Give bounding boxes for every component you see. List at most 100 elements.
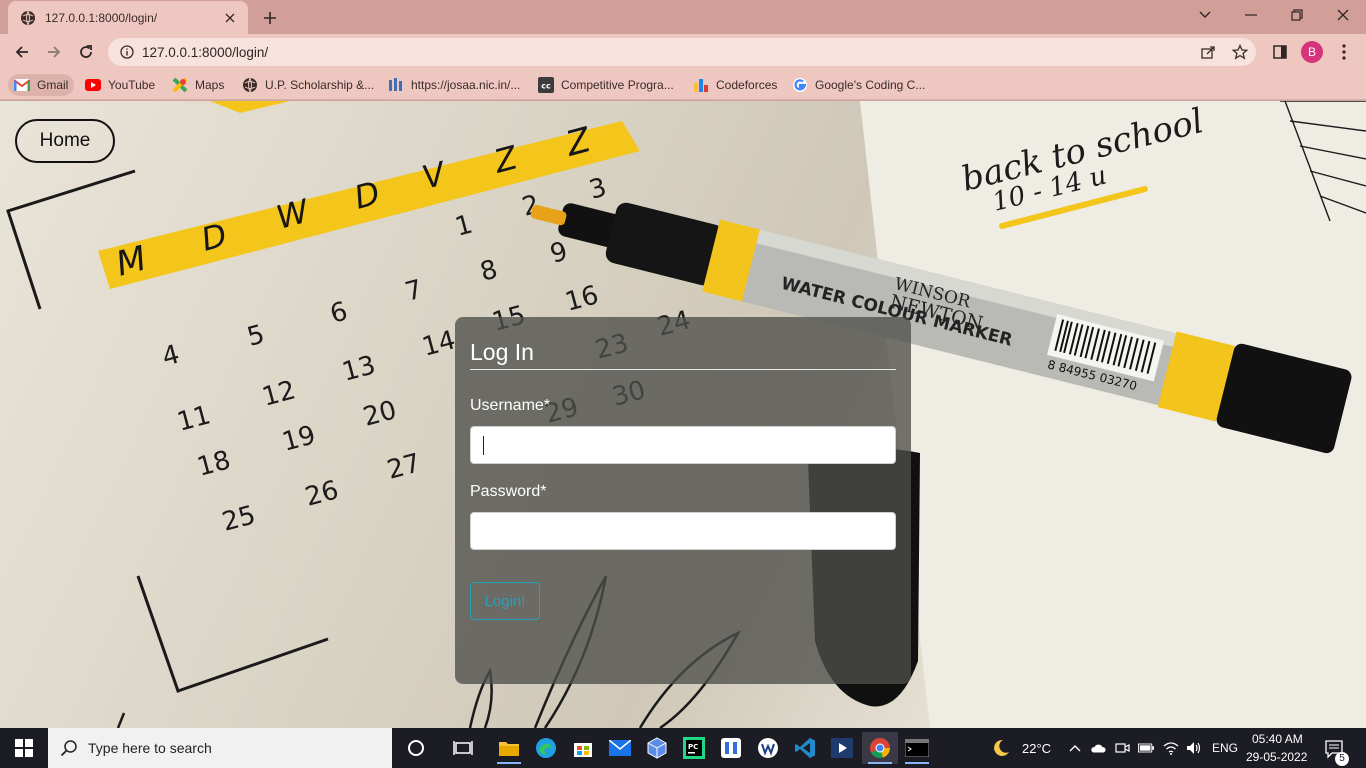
login-button[interactable]: Login! <box>470 582 540 620</box>
site-info-icon[interactable] <box>120 45 134 59</box>
language-indicator[interactable]: ENG <box>1212 741 1238 755</box>
menu-kebab-icon[interactable] <box>1334 42 1354 62</box>
close-window-button[interactable] <box>1320 0 1366 30</box>
svg-text:25: 25 <box>219 500 259 538</box>
bookmark-youtube[interactable]: YouTube <box>85 74 155 96</box>
svg-text:9: 9 <box>547 237 571 270</box>
terminal-icon[interactable] <box>899 732 935 764</box>
username-input[interactable] <box>470 426 896 464</box>
tab-title: 127.0.0.1:8000/login/ <box>45 10 158 25</box>
svg-text:13: 13 <box>339 350 379 388</box>
back-button[interactable] <box>8 38 36 66</box>
svg-text:1: 1 <box>452 210 476 243</box>
address-bar[interactable]: 127.0.0.1:8000/login/ <box>108 38 1256 66</box>
cortana-icon[interactable] <box>398 732 434 764</box>
tab-search-chevron-icon[interactable] <box>1182 0 1228 30</box>
bookmark-competitive-programming[interactable]: cc Competitive Progra... <box>538 74 674 96</box>
bookmark-google-coding[interactable]: Google's Coding C... <box>792 74 925 96</box>
edge-icon[interactable] <box>528 732 564 764</box>
running-indicator <box>905 762 929 764</box>
svg-text:16: 16 <box>562 280 602 318</box>
bookmark-star-icon[interactable] <box>1230 42 1250 62</box>
google-icon <box>792 77 808 93</box>
media-app-icon[interactable] <box>824 732 860 764</box>
svg-text:18: 18 <box>194 445 234 483</box>
chevron-up-icon[interactable] <box>1067 740 1083 756</box>
app-window-icon[interactable] <box>713 732 749 764</box>
search-icon <box>60 739 78 757</box>
task-view-icon[interactable] <box>445 732 481 764</box>
chrome-icon[interactable] <box>862 732 898 764</box>
svg-text:PC: PC <box>688 743 698 751</box>
search-placeholder: Type here to search <box>88 740 212 756</box>
battery-icon[interactable] <box>1138 740 1154 756</box>
mail-icon[interactable] <box>602 732 638 764</box>
vscode-icon[interactable] <box>787 732 823 764</box>
bookmark-up-scholarship[interactable]: U.P. Scholarship &... <box>242 74 374 96</box>
profile-avatar[interactable]: B <box>1301 41 1323 63</box>
clock-date[interactable]: 29-05-2022 <box>1246 750 1307 764</box>
bookmark-maps[interactable]: Maps <box>172 74 224 96</box>
browser-app-icon[interactable] <box>750 732 786 764</box>
svg-text:11: 11 <box>174 400 214 438</box>
restore-button[interactable] <box>1274 0 1320 30</box>
taskbar: Type here to search PC 22°C ENG 05:40 AM… <box>0 728 1366 768</box>
bookmark-codeforces[interactable]: Codeforces <box>693 74 777 96</box>
youtube-icon <box>85 77 101 93</box>
meet-now-icon[interactable] <box>1114 740 1130 756</box>
svg-text:26: 26 <box>302 475 342 513</box>
svg-text:20: 20 <box>360 395 400 433</box>
weather-moon-icon[interactable] <box>991 738 1011 758</box>
codeforces-icon <box>693 77 709 93</box>
page-viewport: M D W D V Z Z 1 2 3 8 9 4 5 6 7 11 12 13… <box>0 101 1366 728</box>
bookmark-josaa[interactable]: https://josaa.nic.in/... <box>388 74 520 96</box>
svg-text:6: 6 <box>327 297 351 330</box>
username-label: Username* <box>470 397 551 414</box>
login-card: Log In Username* Password* Login! <box>455 317 911 684</box>
cc-icon: cc <box>538 77 554 93</box>
svg-text:4: 4 <box>159 340 183 373</box>
minimize-button[interactable] <box>1228 0 1274 30</box>
svg-text:7: 7 <box>402 275 426 308</box>
weather-temperature[interactable]: 22°C <box>1022 741 1051 756</box>
store-icon[interactable] <box>565 732 601 764</box>
clock-time[interactable]: 05:40 AM <box>1252 732 1303 746</box>
pycharm-icon[interactable]: PC <box>676 732 712 764</box>
3d-viewer-icon[interactable] <box>639 732 675 764</box>
tab-strip: 127.0.0.1:8000/login/ <box>0 0 1366 34</box>
file-explorer-icon[interactable] <box>491 732 527 764</box>
svg-text:5: 5 <box>244 320 268 353</box>
windows-icon <box>15 739 33 757</box>
running-indicator <box>868 762 892 764</box>
onedrive-icon[interactable] <box>1090 740 1106 756</box>
start-button[interactable] <box>0 728 48 768</box>
svg-text:8: 8 <box>477 255 501 288</box>
running-indicator <box>497 762 521 764</box>
nic-icon <box>388 77 404 93</box>
volume-icon[interactable] <box>1186 740 1202 756</box>
taskbar-search-box[interactable]: Type here to search <box>48 728 392 768</box>
password-label: Password* <box>470 483 547 500</box>
globe-icon <box>242 77 258 93</box>
bookmarks-bar: Gmail YouTube Maps U.P. Scholarship &...… <box>0 70 1366 100</box>
title-divider <box>470 369 896 370</box>
share-icon[interactable] <box>1198 42 1218 62</box>
home-button[interactable]: Home <box>15 119 115 163</box>
password-input[interactable] <box>470 512 896 550</box>
bookmark-gmail[interactable]: Gmail <box>8 74 75 96</box>
gmail-icon <box>14 77 30 93</box>
close-tab-icon[interactable] <box>222 10 238 26</box>
maps-icon <box>172 77 188 93</box>
reload-button[interactable] <box>72 38 100 66</box>
side-panel-icon[interactable] <box>1270 42 1290 62</box>
svg-text:cc: cc <box>541 82 551 91</box>
svg-text:19: 19 <box>279 420 319 458</box>
login-title: Log In <box>470 339 534 365</box>
new-tab-button[interactable] <box>258 6 282 30</box>
svg-text:12: 12 <box>259 375 299 413</box>
forward-button[interactable] <box>40 38 68 66</box>
globe-icon <box>20 10 36 26</box>
wifi-icon[interactable] <box>1163 740 1179 756</box>
svg-text:3: 3 <box>586 173 610 206</box>
browser-tab[interactable]: 127.0.0.1:8000/login/ <box>8 1 248 34</box>
